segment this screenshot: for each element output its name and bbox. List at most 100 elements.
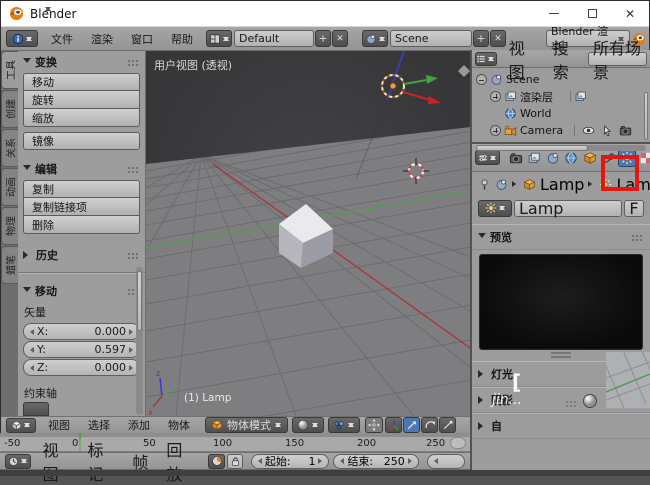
screen-layout-name-field[interactable]: Default	[234, 30, 314, 47]
spinner-left-icon[interactable]	[27, 365, 34, 371]
pin-icon[interactable]	[478, 178, 491, 191]
translate-button[interactable]: 移动	[23, 73, 140, 91]
spinner-left-icon[interactable]	[27, 329, 34, 335]
screen-layout-icon-button[interactable]	[206, 30, 232, 47]
spinner-left-icon[interactable]	[255, 458, 262, 464]
scene-datablock-icon-button[interactable]	[362, 30, 388, 47]
frame-start-field[interactable]: 起始: 1	[251, 454, 330, 469]
outliner-row-camera[interactable]: Camera	[476, 122, 646, 139]
menu-window[interactable]: 窗口	[122, 31, 162, 47]
menu-file[interactable]: 文件	[42, 31, 82, 47]
editor-type-button-info[interactable]	[6, 30, 38, 47]
expand-icon[interactable]	[490, 91, 501, 102]
close-layout-button[interactable]: ✕	[332, 30, 348, 47]
duplicate-linked-button[interactable]: 复制链接项	[23, 198, 140, 216]
visibility-eye-icon[interactable]	[582, 124, 595, 137]
outliner-row-world[interactable]: World	[476, 105, 646, 122]
spinner-right-icon[interactable]	[129, 365, 136, 371]
tab-physics[interactable]: 物理	[1, 207, 18, 245]
editor-type-button-timeline[interactable]	[5, 454, 31, 469]
spinner-left-icon[interactable]	[431, 458, 438, 464]
mirror-button[interactable]: 镜像	[23, 132, 140, 150]
manipulator-toggle[interactable]	[365, 417, 383, 433]
minimize-button[interactable]	[539, 4, 569, 24]
menu-render[interactable]: 渲染	[82, 31, 122, 47]
panel-header-preview[interactable]: 预览	[472, 224, 650, 250]
viewport-shading-select[interactable]	[292, 417, 324, 433]
scale-button[interactable]: 缩放	[23, 109, 140, 127]
panel-header-history[interactable]: 历史	[18, 244, 145, 266]
manipulator-scale-button[interactable]	[439, 417, 456, 433]
constraint-axis-x-toggle[interactable]	[23, 402, 49, 416]
delete-button[interactable]: 删除	[23, 216, 140, 234]
panel-grip-icon[interactable]	[127, 59, 140, 66]
lamp-datablock-browse-button[interactable]	[478, 200, 512, 217]
translate-x-field[interactable]: X: 0.000	[23, 323, 140, 340]
menu-playback[interactable]: 回放	[157, 437, 202, 485]
scene-name-field[interactable]: Scene	[390, 30, 472, 47]
spinner-left-icon[interactable]	[337, 458, 344, 464]
lamp-name-field[interactable]: Lamp	[514, 200, 622, 217]
menu-help[interactable]: 帮助	[162, 31, 202, 47]
tab-tools[interactable]: 工具	[1, 51, 18, 89]
ruler-scrollbar-cap[interactable]	[450, 437, 466, 449]
outliner-filter-select[interactable]: 所有场景	[588, 52, 647, 66]
close-button[interactable]: ✕	[615, 4, 645, 24]
editor-type-button-properties[interactable]	[475, 150, 500, 165]
mode-select[interactable]: 物体模式	[205, 417, 288, 433]
collapse-icon[interactable]	[476, 74, 487, 85]
breadcrumb-object-icon[interactable]	[523, 178, 536, 191]
panel-grip-icon[interactable]	[127, 252, 140, 259]
selectability-cursor-icon[interactable]	[601, 125, 613, 137]
translate-y-field[interactable]: Y: 0.597	[23, 341, 140, 358]
tab-grease-pencil[interactable]: 蜡笔	[1, 246, 18, 284]
outliner-row-renderlayers[interactable]: 渲染层	[476, 88, 646, 105]
spinner-right-icon[interactable]	[408, 458, 415, 464]
panel-header-custom-properties[interactable]: 自	[472, 413, 650, 439]
renderability-camera-icon[interactable]	[619, 124, 632, 137]
fake-user-button[interactable]: F	[624, 200, 644, 217]
menu-tl-view[interactable]: 视图	[34, 437, 79, 485]
outliner-h-scrollbar[interactable]	[476, 145, 646, 151]
add-layout-button[interactable]: +	[315, 30, 331, 47]
tab-animation[interactable]: 动画	[1, 168, 18, 206]
panel-resize-handle[interactable]	[551, 352, 571, 358]
maximize-button[interactable]	[577, 4, 607, 24]
panel-header-transform[interactable]: 变换	[18, 51, 145, 73]
menu-view[interactable]: 视图	[39, 417, 79, 433]
spinner-right-icon[interactable]	[129, 329, 136, 335]
toolshelf-scrollbar-thumb[interactable]	[137, 271, 142, 331]
tab-create[interactable]: 创建	[1, 90, 18, 128]
editor-type-button-3dview[interactable]	[6, 418, 36, 433]
add-scene-button[interactable]: +	[473, 30, 489, 47]
viewport-3d[interactable]: z x 用户视图 (透视) (1) Lamp	[146, 51, 471, 416]
panel-grip-icon[interactable]	[631, 234, 644, 241]
outliner-v-scrollbar-thumb[interactable]	[644, 92, 648, 140]
spinner-right-icon[interactable]	[318, 458, 325, 464]
rotate-button[interactable]: 旋转	[23, 91, 140, 109]
toolshelf-scrollbar[interactable]	[136, 267, 143, 415]
expand-icon[interactable]	[490, 125, 501, 136]
tab-relations[interactable]: 关系	[1, 129, 18, 167]
sync-playback-button[interactable]	[208, 454, 225, 469]
menu-select[interactable]: 选择	[79, 417, 119, 433]
pivot-point-select[interactable]	[328, 417, 360, 433]
breadcrumb-scene-icon[interactable]	[495, 178, 508, 191]
manipulator-translate-button[interactable]	[403, 417, 420, 433]
current-frame-field[interactable]	[427, 454, 465, 469]
frame-end-field[interactable]: 结束: 250	[333, 454, 418, 469]
editor-type-button-outliner[interactable]	[475, 52, 497, 66]
spinner-left-icon[interactable]	[27, 347, 34, 353]
menu-outliner-search[interactable]: 搜索	[544, 35, 588, 83]
duplicate-button[interactable]: 复制	[23, 180, 140, 198]
menu-add[interactable]: 添加	[119, 417, 159, 433]
menu-marker[interactable]: 标记	[78, 437, 123, 485]
outliner-h-scrollbar-thumb[interactable]	[476, 145, 588, 151]
panel-grip-icon[interactable]	[127, 166, 140, 173]
panel-header-edit[interactable]: 编辑	[18, 158, 145, 180]
lock-frame-range-button[interactable]	[227, 454, 242, 469]
translate-z-field[interactable]: Z: 0.000	[23, 359, 140, 376]
menu-object[interactable]: 物体	[159, 417, 199, 433]
panel-header-operator-translate[interactable]: 移动	[18, 280, 145, 302]
breadcrumb-object-name[interactable]: Lamp	[540, 175, 584, 194]
